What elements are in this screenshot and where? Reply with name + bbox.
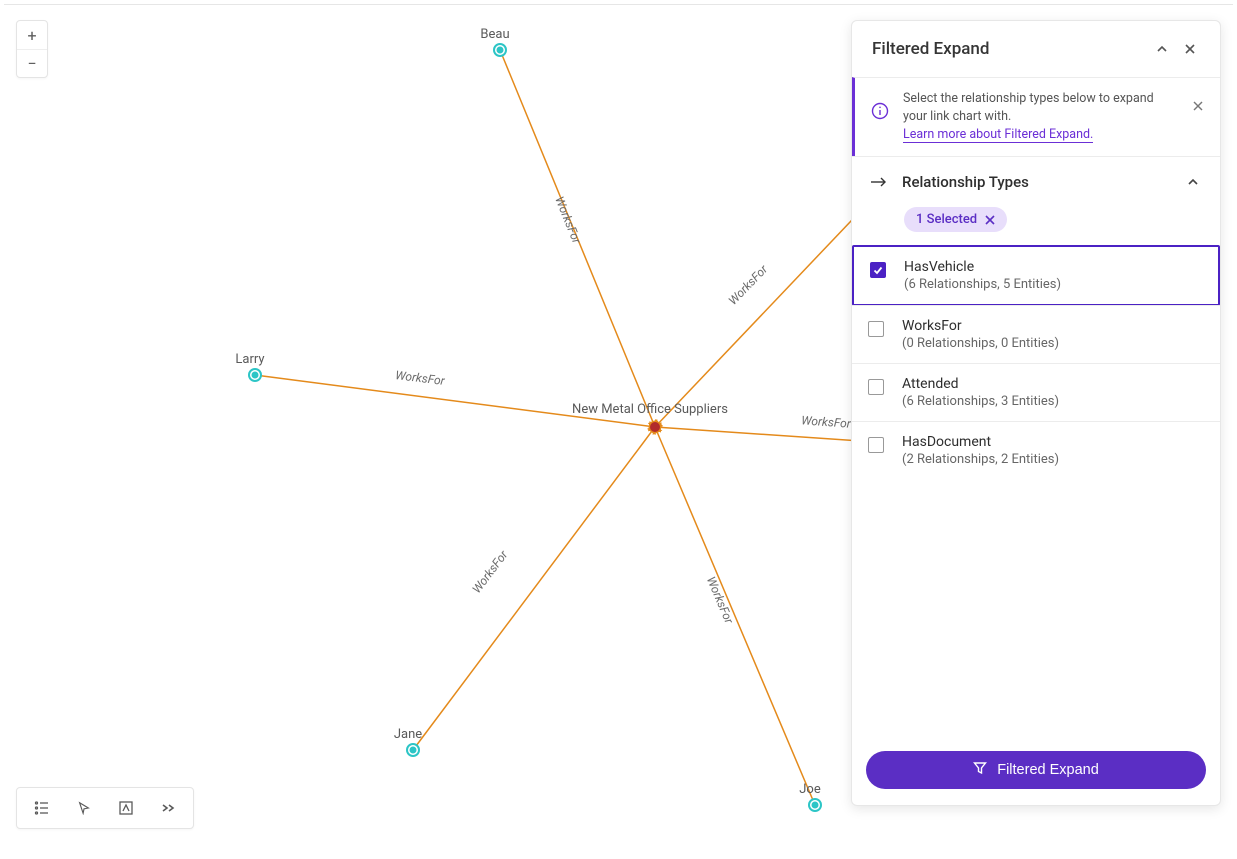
zoom-controls: + − — [16, 20, 48, 78]
node-label: New Metal Office Suppliers — [572, 402, 728, 417]
relationship-name: Attended — [902, 376, 1059, 392]
dismiss-info-button[interactable] — [1192, 100, 1208, 116]
relationship-meta: (0 Relationships, 0 Entities) — [902, 336, 1059, 351]
cursor-icon[interactable] — [75, 799, 93, 817]
clear-selection-icon[interactable] — [985, 215, 995, 225]
relationship-name: WorksFor — [902, 318, 1059, 334]
relationship-type-item[interactable]: WorksFor (0 Relationships, 0 Entities) — [852, 305, 1220, 363]
panel-title: Filtered Expand — [872, 39, 1148, 59]
info-banner: Select the relationship types below to e… — [852, 77, 1220, 156]
relationship-name: HasDocument — [902, 434, 1059, 450]
filtered-expand-button[interactable]: Filtered Expand — [866, 751, 1206, 789]
relationship-types-header: Relationship Types — [852, 156, 1220, 201]
checkbox[interactable] — [870, 262, 886, 278]
run-button-label: Filtered Expand — [997, 762, 1099, 778]
checkbox[interactable] — [868, 437, 884, 453]
zoom-out-button[interactable]: − — [17, 49, 47, 77]
edge-label: WorksFor — [704, 574, 736, 625]
close-panel-button[interactable] — [1176, 35, 1204, 63]
graph-node[interactable] — [809, 799, 821, 811]
relationship-meta: (6 Relationships, 5 Entities) — [904, 277, 1061, 292]
relationship-type-item[interactable]: HasVehicle (6 Relationships, 5 Entities) — [852, 245, 1220, 306]
learn-more-link[interactable]: Learn more about Filtered Expand. — [903, 127, 1093, 143]
node-label: Jane — [394, 727, 422, 742]
graph-node[interactable] — [407, 744, 419, 756]
more-tools-icon[interactable] — [159, 799, 177, 817]
checkbox[interactable] — [868, 321, 884, 337]
bottom-toolbar — [16, 787, 194, 829]
node-label: Larry — [235, 352, 264, 367]
relationship-name: HasVehicle — [904, 259, 1061, 275]
selected-count-pill[interactable]: 1 Selected — [904, 207, 1007, 232]
relationship-type-item[interactable]: Attended (6 Relationships, 3 Entities) — [852, 363, 1220, 421]
graph-node[interactable] — [249, 369, 261, 381]
node-label: Joe — [799, 782, 820, 797]
collapse-panel-button[interactable] — [1148, 35, 1176, 63]
edge-label: WorksFor — [395, 368, 446, 388]
edge-label: WorksFor — [552, 194, 584, 245]
graph-node[interactable] — [494, 44, 506, 56]
checkbox[interactable] — [868, 379, 884, 395]
info-icon — [871, 102, 889, 120]
info-text: Select the relationship types below to e… — [903, 91, 1154, 124]
list-icon[interactable] — [33, 799, 51, 817]
filtered-expand-panel: Filtered Expand Select the relationship … — [851, 20, 1221, 806]
edge-label: WorksFor — [801, 413, 851, 430]
graph-center-node[interactable] — [650, 422, 660, 432]
section-title: Relationship Types — [902, 173, 1168, 191]
relationship-meta: (6 Relationships, 3 Entities) — [902, 394, 1059, 409]
collapse-section-button[interactable] — [1182, 171, 1204, 193]
relationship-type-item[interactable]: HasDocument (2 Relationships, 2 Entities… — [852, 421, 1220, 479]
relationship-meta: (2 Relationships, 2 Entities) — [902, 452, 1059, 467]
edge-label: WorksFor — [726, 262, 770, 307]
edge-label: WorksFor — [470, 548, 511, 596]
node-label: Beau — [480, 27, 509, 42]
pill-label: 1 Selected — [916, 212, 977, 227]
filter-icon — [973, 761, 987, 779]
relationship-type-list: HasVehicle (6 Relationships, 5 Entities)… — [852, 246, 1220, 479]
zoom-in-button[interactable]: + — [17, 21, 47, 49]
arrow-right-icon — [870, 173, 888, 192]
selection-tool-icon[interactable] — [117, 799, 135, 817]
